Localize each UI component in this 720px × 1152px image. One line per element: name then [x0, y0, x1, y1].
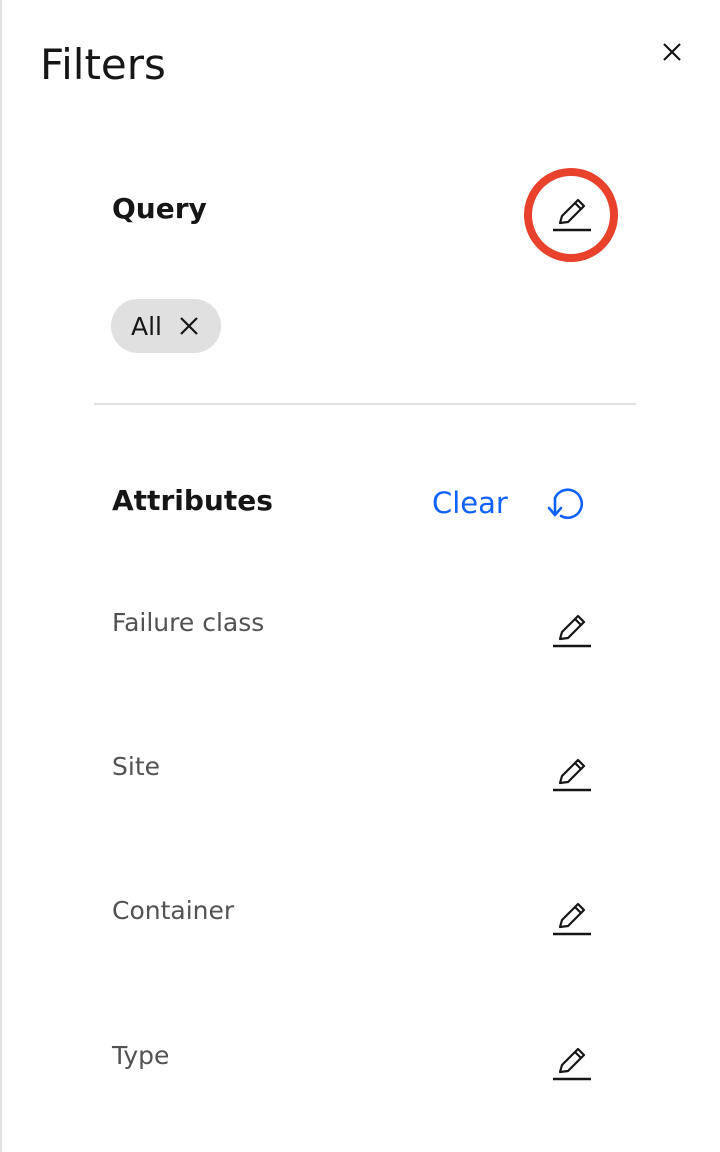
pencil-edit-icon	[553, 614, 591, 648]
site-edit-button[interactable]	[547, 750, 595, 798]
attribute-label-type: Type	[112, 1041, 170, 1070]
reset-button[interactable]	[542, 484, 590, 524]
query-edit-button[interactable]	[547, 190, 595, 238]
query-tag-label: All	[131, 311, 162, 341]
tag-remove-button[interactable]	[178, 315, 200, 337]
panel-title: Filters	[40, 40, 166, 89]
type-edit-button[interactable]	[547, 1039, 595, 1087]
pencil-edit-icon	[553, 1047, 591, 1081]
clear-button[interactable]: Clear	[432, 486, 508, 520]
failure-class-edit-button[interactable]	[547, 606, 595, 654]
close-icon	[663, 43, 681, 61]
attribute-label-site: Site	[112, 752, 160, 781]
section-divider	[94, 403, 636, 405]
query-tag: All	[111, 299, 221, 353]
pencil-edit-icon	[553, 198, 591, 232]
attributes-section-title: Attributes	[112, 484, 273, 517]
container-edit-button[interactable]	[547, 894, 595, 942]
close-icon	[180, 317, 198, 335]
filters-panel: Filters Query All Attributes Clear Failu…	[0, 0, 720, 1152]
pencil-edit-icon	[553, 758, 591, 792]
reset-icon	[547, 488, 583, 520]
attribute-label-container: Container	[112, 896, 235, 925]
attribute-label-failure-class: Failure class	[112, 608, 265, 637]
pencil-edit-icon	[553, 902, 591, 936]
close-button[interactable]	[654, 34, 690, 70]
query-section-title: Query	[112, 192, 207, 225]
